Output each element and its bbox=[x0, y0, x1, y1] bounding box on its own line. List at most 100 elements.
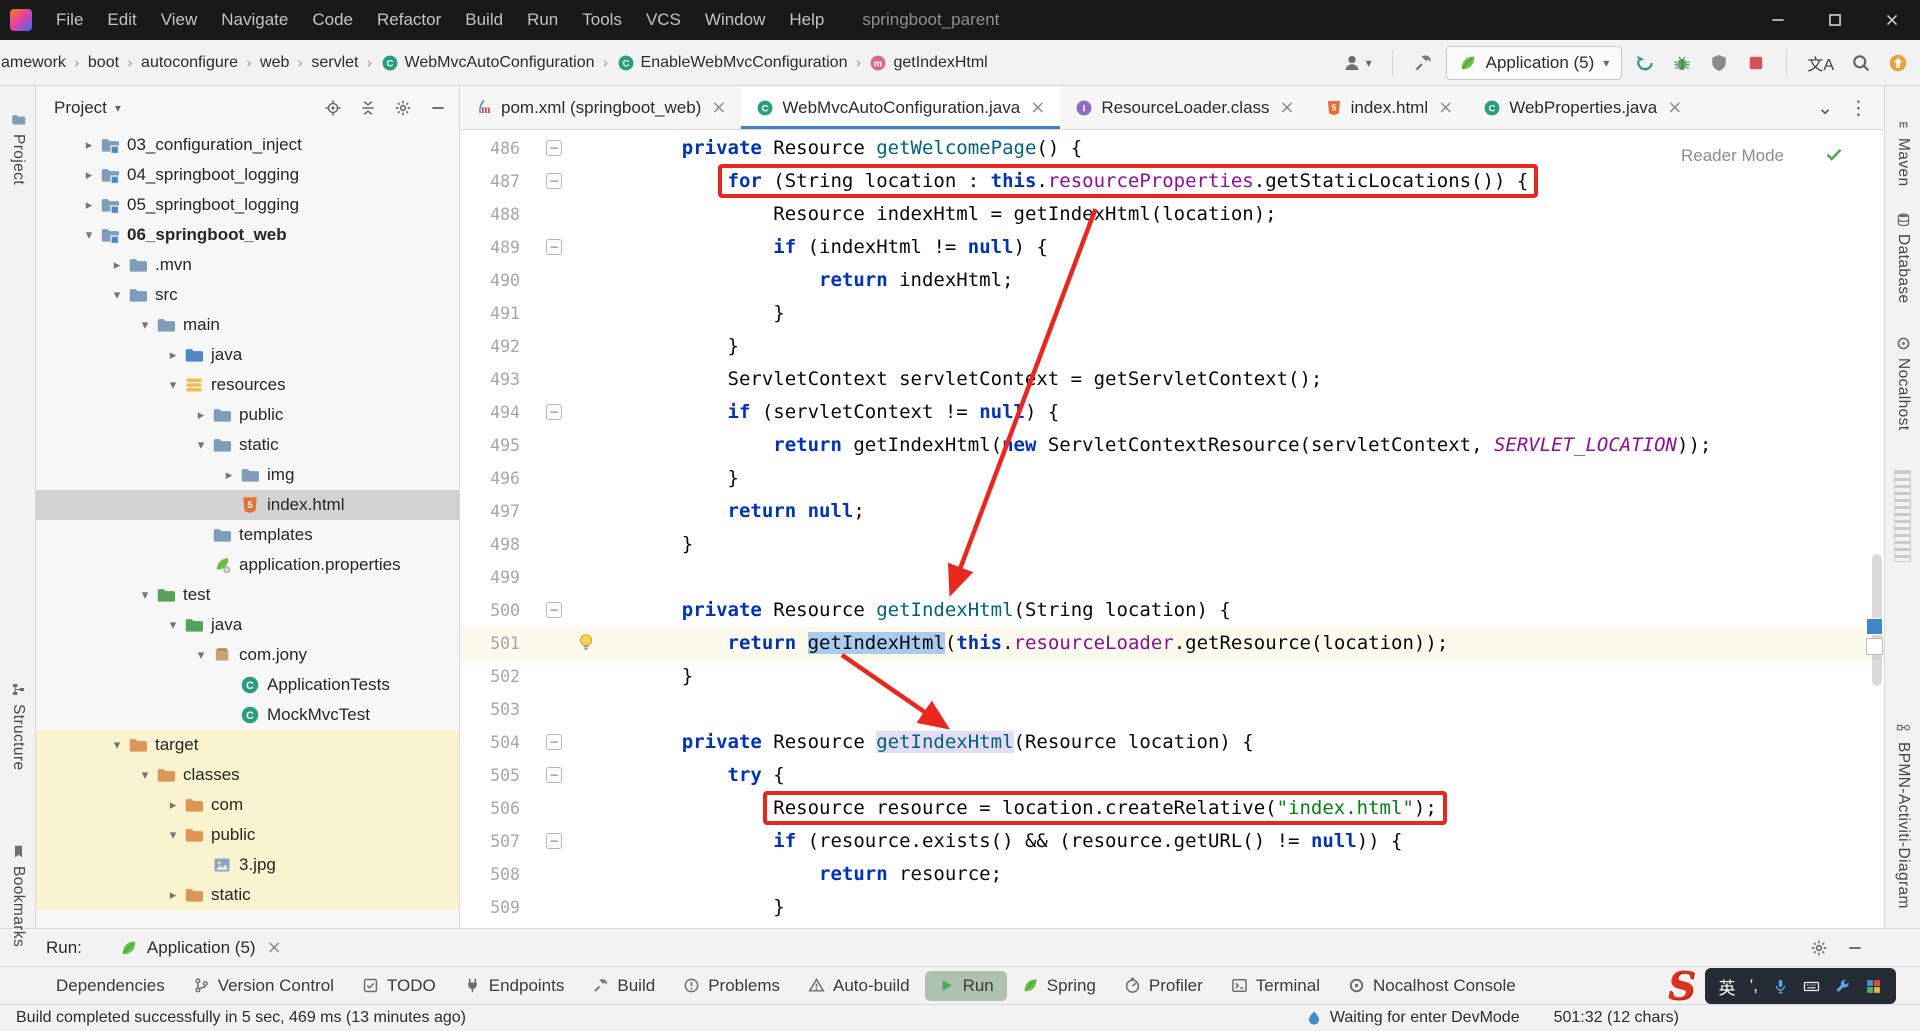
toolwindow-button-todo[interactable]: TODO bbox=[349, 971, 449, 1001]
tree-row[interactable]: ▾ com.jony bbox=[36, 640, 459, 670]
toolwindow-button-nocalhost-console[interactable]: Nocalhost Console bbox=[1335, 971, 1529, 1001]
chevron-right-icon[interactable]: ▸ bbox=[190, 408, 212, 423]
menu-edit[interactable]: Edit bbox=[95, 0, 148, 40]
hide-panel-button[interactable] bbox=[1846, 939, 1864, 957]
editor-tab[interactable]: C WebMvcAutoConfiguration.java × bbox=[741, 86, 1061, 129]
chevron-down-icon[interactable]: ▾ bbox=[162, 378, 184, 393]
chevron-down-icon[interactable]: ▾ bbox=[106, 738, 128, 753]
stop-button[interactable] bbox=[1742, 53, 1770, 73]
menu-code[interactable]: Code bbox=[300, 0, 365, 40]
tree-row[interactable]: ▾ 06_springboot_web bbox=[36, 220, 459, 250]
breadcrumb-item[interactable]: servlet bbox=[310, 54, 359, 72]
tree-row[interactable]: ▾ static bbox=[36, 430, 459, 460]
toolwindow-button-problems[interactable]: Problems bbox=[670, 971, 793, 1001]
settings-button[interactable] bbox=[1810, 939, 1828, 957]
close-icon[interactable]: × bbox=[1030, 98, 1045, 117]
fold-icon[interactable]: − bbox=[546, 173, 562, 189]
close-icon[interactable]: × bbox=[1667, 98, 1682, 117]
tree-row[interactable]: ▾ public bbox=[36, 820, 459, 850]
tree-row[interactable]: ▸ java bbox=[36, 340, 459, 370]
tool-stripe-button-project[interactable]: Project bbox=[0, 112, 36, 185]
ime-punctuation-toggle[interactable]: ’, bbox=[1750, 976, 1759, 996]
bulb-icon[interactable] bbox=[576, 632, 596, 652]
close-icon[interactable]: × bbox=[267, 938, 282, 957]
inspections-widget[interactable] bbox=[1824, 144, 1844, 168]
menu-build[interactable]: Build bbox=[453, 0, 515, 40]
locate-file-button[interactable] bbox=[324, 99, 342, 117]
ime-tools-button[interactable] bbox=[1834, 978, 1851, 995]
fold-icon[interactable]: − bbox=[546, 833, 562, 849]
tree-row[interactable]: ▾ test bbox=[36, 580, 459, 610]
tree-row[interactable]: ▸ img bbox=[36, 460, 459, 490]
tree-row[interactable]: 5 index.html bbox=[36, 490, 459, 520]
chevron-down-icon[interactable]: ▾ bbox=[78, 228, 100, 243]
tree-row[interactable]: ▸ com bbox=[36, 790, 459, 820]
menu-file[interactable]: File bbox=[44, 0, 95, 40]
more-vertical-icon[interactable]: ⋮ bbox=[1849, 97, 1868, 119]
chevron-right-icon[interactable]: ▸ bbox=[162, 348, 184, 363]
chevron-down-icon[interactable]: ▾ bbox=[190, 438, 212, 453]
tool-stripe-button-database[interactable]: Database bbox=[1885, 212, 1920, 304]
ime-grid-button[interactable] bbox=[1865, 978, 1882, 995]
menu-navigate[interactable]: Navigate bbox=[209, 0, 300, 40]
editor-tab[interactable]: C WebProperties.java × bbox=[1468, 86, 1697, 129]
toolwindow-button-run[interactable]: Run bbox=[924, 970, 1007, 1001]
editor-tab[interactable]: I ResourceLoader.class × bbox=[1060, 86, 1309, 129]
editor-tab[interactable]: m pom.xml (springboot_web) × bbox=[460, 86, 741, 129]
close-button[interactable] bbox=[1863, 0, 1920, 40]
debug-button[interactable] bbox=[1668, 53, 1696, 73]
tree-row[interactable]: ▸ 03_configuration_inject bbox=[36, 130, 459, 160]
editor-tab[interactable]: 5 index.html × bbox=[1310, 86, 1469, 129]
toolwindow-button-spring[interactable]: Spring bbox=[1009, 971, 1109, 1001]
menu-tools[interactable]: Tools bbox=[570, 0, 634, 40]
chevron-right-icon[interactable]: ▸ bbox=[106, 258, 128, 273]
update-button[interactable] bbox=[1884, 53, 1912, 73]
hide-panel-button[interactable] bbox=[429, 99, 447, 117]
chevron-down-icon[interactable]: ▾ bbox=[134, 318, 156, 333]
tree-row[interactable]: ▸ .mvn bbox=[36, 250, 459, 280]
breadcrumb-item[interactable]: m getIndexHtml bbox=[868, 54, 988, 72]
fold-icon[interactable]: − bbox=[546, 602, 562, 618]
tree-row[interactable]: application.properties bbox=[36, 550, 459, 580]
ime-language-toggle[interactable]: 英 bbox=[1719, 974, 1736, 999]
tree-row[interactable]: ▸ 05_springboot_logging bbox=[36, 190, 459, 220]
chevron-right-icon[interactable]: ▸ bbox=[162, 798, 184, 813]
breadcrumb-item[interactable]: C WebMvcAutoConfiguration bbox=[380, 54, 596, 72]
tree-row[interactable]: ▾ resources bbox=[36, 370, 459, 400]
chevron-down-icon[interactable]: ▾ bbox=[134, 588, 156, 603]
tool-stripe-button-bpmn-activiti-diagram[interactable]: BPMN-Activiti-Diagram bbox=[1885, 720, 1920, 909]
menu-refactor[interactable]: Refactor bbox=[365, 0, 453, 40]
menu-help[interactable]: Help bbox=[777, 0, 836, 40]
build-project-button[interactable] bbox=[1409, 53, 1437, 73]
tool-stripe-button-nocalhost[interactable]: Nocalhost bbox=[1885, 336, 1920, 431]
menu-run[interactable]: Run bbox=[515, 0, 570, 40]
chevron-down-icon[interactable]: ▾ bbox=[190, 648, 212, 663]
run-tab[interactable]: Application (5) × bbox=[108, 929, 294, 966]
tree-row[interactable]: templates bbox=[36, 520, 459, 550]
editor-scrollbar[interactable] bbox=[1870, 130, 1884, 928]
chevron-right-icon[interactable]: ▸ bbox=[78, 198, 100, 213]
chevron-right-icon[interactable]: ▸ bbox=[78, 138, 100, 153]
close-icon[interactable]: × bbox=[1280, 98, 1295, 117]
toolwindow-button-dependencies[interactable]: Dependencies bbox=[18, 971, 178, 1001]
chevron-right-icon[interactable]: ▸ bbox=[78, 168, 100, 183]
search-everywhere-button[interactable] bbox=[1847, 53, 1875, 73]
collapse-all-button[interactable] bbox=[359, 99, 377, 117]
fold-icon[interactable]: − bbox=[546, 767, 562, 783]
chevron-down-icon[interactable]: ▾ bbox=[162, 618, 184, 633]
toolwindow-button-auto-build[interactable]: Auto-build bbox=[795, 971, 923, 1001]
tree-row[interactable]: ▾ src bbox=[36, 280, 459, 310]
menu-window[interactable]: Window bbox=[693, 0, 777, 40]
close-icon[interactable]: × bbox=[1438, 98, 1453, 117]
fold-icon[interactable]: − bbox=[546, 239, 562, 255]
toolwindow-button-terminal[interactable]: Terminal bbox=[1218, 971, 1333, 1001]
tree-row[interactable]: ▸ 04_springboot_logging bbox=[36, 160, 459, 190]
tool-stripe-button-structure[interactable]: Structure bbox=[0, 682, 36, 771]
tree-row[interactable]: ▸ static bbox=[36, 880, 459, 910]
fold-icon[interactable]: − bbox=[546, 734, 562, 750]
tool-stripe-button-bookmarks[interactable]: Bookmarks bbox=[0, 844, 36, 947]
chevron-down-icon[interactable]: ▾ bbox=[162, 828, 184, 843]
run-configuration-select[interactable]: Application (5) ▾ bbox=[1445, 45, 1623, 80]
tree-row[interactable]: C ApplicationTests bbox=[36, 670, 459, 700]
ime-mic-button[interactable] bbox=[1772, 978, 1789, 995]
